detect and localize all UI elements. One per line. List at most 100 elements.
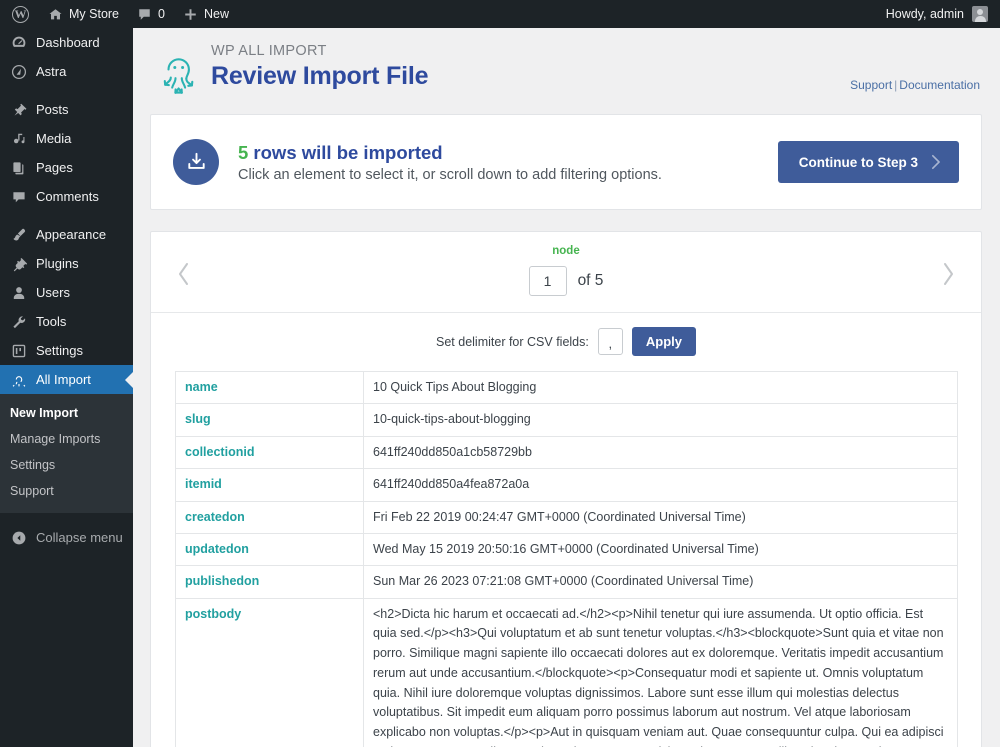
sidebar-label: Dashboard xyxy=(36,35,100,50)
table-row[interactable]: updatedon Wed May 15 2019 20:50:16 GMT+0… xyxy=(175,532,958,567)
field-name[interactable]: postbody xyxy=(175,597,364,747)
submenu-item-new-import[interactable]: New Import xyxy=(0,400,133,426)
delimiter-label: Set delimiter for CSV fields: xyxy=(436,334,589,349)
field-value: Fri Feb 22 2019 00:24:47 GMT+0000 (Coord… xyxy=(363,500,958,534)
prev-node-button[interactable] xyxy=(175,259,193,289)
media-icon xyxy=(10,131,27,147)
field-name[interactable]: updatedon xyxy=(175,532,364,567)
delimiter-input[interactable]: , xyxy=(597,328,623,355)
sidebar-label: Comments xyxy=(36,189,99,204)
settings-icon xyxy=(10,343,27,359)
apply-delimiter-button[interactable]: Apply xyxy=(631,327,696,356)
plug-icon xyxy=(10,256,27,272)
fields-table-body: name 10 Quick Tips About Blogging slug 1… xyxy=(175,370,958,747)
sidebar-item-plugins[interactable]: Plugins xyxy=(0,249,133,278)
new-content-button[interactable]: New xyxy=(174,0,238,28)
octopus-icon xyxy=(155,46,202,98)
sidebar-label: Tools xyxy=(36,314,67,329)
field-name[interactable]: collectionid xyxy=(175,435,364,470)
table-row[interactable]: name 10 Quick Tips About Blogging xyxy=(175,370,958,405)
account-menu[interactable]: Howdy, admin xyxy=(886,6,1000,22)
collapse-arrow-icon xyxy=(10,530,27,546)
sidebar-item-pages[interactable]: Pages xyxy=(0,153,133,182)
sidebar-label: Settings xyxy=(36,343,83,358)
admin-bar: W My Store 0 New Howdy, admin xyxy=(0,0,1000,28)
home-icon xyxy=(48,7,63,22)
table-row[interactable]: publishedon Sun Mar 26 2023 07:21:08 GMT… xyxy=(175,565,958,599)
sidebar-item-astra[interactable]: Astra xyxy=(0,57,133,86)
row-count: 5 xyxy=(238,141,249,163)
table-row[interactable]: itemid 641ff240dd850a4fea872a0a xyxy=(175,468,958,502)
row-count-suffix: rows will be imported xyxy=(248,141,443,163)
field-value: Wed May 15 2019 20:50:16 GMT+0000 (Coord… xyxy=(363,532,958,567)
table-row[interactable]: postbody <h2>Dicta hic harum et occaecat… xyxy=(175,597,958,747)
comment-bubble-icon xyxy=(137,7,152,22)
table-row[interactable]: createdon Fri Feb 22 2019 00:24:47 GMT+0… xyxy=(175,500,958,534)
sidebar-label: Media xyxy=(36,131,72,146)
sidebar-item-tools[interactable]: Tools xyxy=(0,307,133,336)
field-value: 641ff240dd850a4fea872a0a xyxy=(363,468,958,502)
continue-label: Continue to Step 3 xyxy=(798,154,918,170)
import-preview-panel: node 1 of 5 Set delimiter for CSV fields… xyxy=(150,231,982,747)
header-links: Support | Documentation xyxy=(850,78,980,92)
site-name-button[interactable]: My Store xyxy=(39,0,128,28)
sidebar-item-all-import[interactable]: All Import xyxy=(0,365,133,394)
dashboard-icon xyxy=(10,35,27,51)
main-content: WP ALL IMPORT Review Import File Support… xyxy=(133,28,1000,747)
site-name-label: My Store xyxy=(69,7,120,21)
field-value: <h2>Dicta hic harum et occaecati ad.</h2… xyxy=(363,597,958,747)
field-name[interactable]: name xyxy=(175,370,364,405)
wordpress-icon: W xyxy=(12,5,29,23)
sidebar-item-media[interactable]: Media xyxy=(0,124,133,153)
sidebar-label: Users xyxy=(36,285,70,300)
comment-count: 0 xyxy=(158,7,165,21)
chevron-right-icon xyxy=(930,154,941,170)
collapse-menu-button[interactable]: Collapse menu xyxy=(0,523,133,553)
user-icon xyxy=(10,285,27,301)
field-name[interactable]: publishedon xyxy=(175,565,364,599)
astra-icon xyxy=(10,64,27,80)
sidebar-label: Pages xyxy=(36,160,73,175)
summary-text: 5 rows will be imported Click an element… xyxy=(238,141,778,183)
sidebar-item-settings[interactable]: Settings xyxy=(0,336,133,365)
field-value: Sun Mar 26 2023 07:21:08 GMT+0000 (Coord… xyxy=(363,565,958,599)
support-link[interactable]: Support xyxy=(850,78,892,92)
sidebar-item-users[interactable]: Users xyxy=(0,278,133,307)
submenu-item-support[interactable]: Support xyxy=(0,478,133,504)
fields-table-wrap: name 10 Quick Tips About Blogging slug 1… xyxy=(151,370,981,747)
page-title: Review Import File xyxy=(211,61,429,90)
admin-sidebar: Dashboard Astra Posts Media Pages Commen… xyxy=(0,28,133,747)
continue-to-step-3-button[interactable]: Continue to Step 3 xyxy=(777,141,959,183)
wordpress-logo-button[interactable]: W xyxy=(0,0,39,28)
submenu-item-settings[interactable]: Settings xyxy=(0,452,133,478)
node-page-input[interactable]: 1 xyxy=(528,266,567,296)
node-label: node xyxy=(552,245,580,257)
page-header-text: WP ALL IMPORT Review Import File xyxy=(211,43,429,90)
next-node-button[interactable] xyxy=(939,259,957,289)
product-name: WP ALL IMPORT xyxy=(211,43,327,59)
field-value: 641ff240dd850a1cb58729bb xyxy=(363,435,958,470)
submenu-item-manage-imports[interactable]: Manage Imports xyxy=(0,426,133,452)
sidebar-item-dashboard[interactable]: Dashboard xyxy=(0,28,133,57)
new-label: New xyxy=(203,7,229,21)
delimiter-row: Set delimiter for CSV fields: , Apply xyxy=(151,312,981,371)
sidebar-item-appearance[interactable]: Appearance xyxy=(0,220,133,249)
table-row[interactable]: collectionid 641ff240dd850a1cb58729bb xyxy=(175,435,958,470)
download-icon xyxy=(173,139,219,185)
howdy-label: Howdy, admin xyxy=(885,7,964,21)
field-name[interactable]: createdon xyxy=(175,500,364,534)
page-header: WP ALL IMPORT Review Import File Support… xyxy=(150,28,982,114)
sidebar-label: Appearance xyxy=(36,227,107,242)
comments-button[interactable]: 0 xyxy=(128,0,174,28)
summary-row: 5 rows will be imported Click an element… xyxy=(173,139,959,185)
node-pagination: 1 of 5 xyxy=(151,266,981,296)
table-row[interactable]: slug 10-quick-tips-about-blogging xyxy=(175,403,958,437)
documentation-link[interactable]: Documentation xyxy=(899,78,980,92)
brush-icon xyxy=(10,227,27,243)
field-value: 10 Quick Tips About Blogging xyxy=(363,370,958,405)
sidebar-item-comments[interactable]: Comments xyxy=(0,182,133,211)
sidebar-item-posts[interactable]: Posts xyxy=(0,95,133,124)
field-name[interactable]: slug xyxy=(175,403,364,437)
field-name[interactable]: itemid xyxy=(175,468,364,502)
wrench-icon xyxy=(10,314,27,330)
